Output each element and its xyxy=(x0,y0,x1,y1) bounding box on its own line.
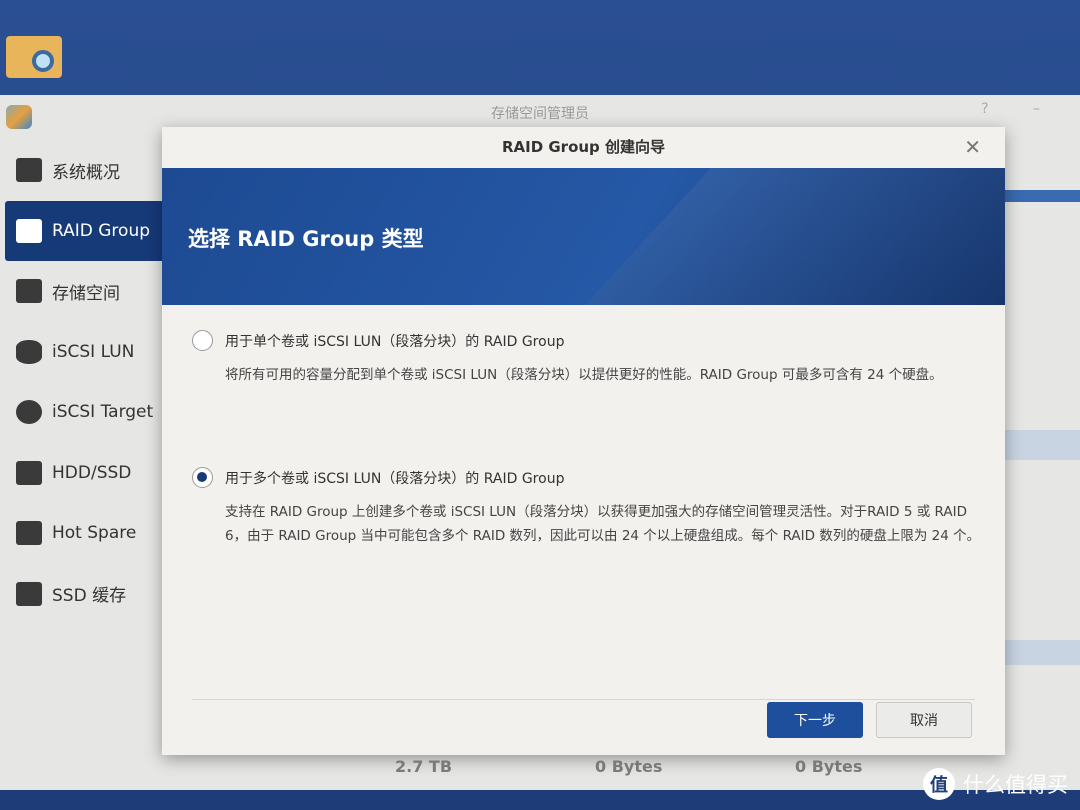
sidebar-item-hdd-ssd[interactable]: HDD/SSD xyxy=(0,443,165,504)
sidebar-item-label: Hot Spare xyxy=(52,523,137,544)
step-heading: 选择 RAID Group 类型 xyxy=(188,227,424,251)
wizard-banner: 选择 RAID Group 类型 xyxy=(162,168,1005,305)
plus-disk-icon xyxy=(16,521,42,546)
window-controls[interactable]: ? – xyxy=(981,101,1060,117)
bg-capacity: 2.7 TB xyxy=(395,757,453,776)
app-title: 存储空间管理员 xyxy=(491,106,589,122)
sidebar-item-ssd-cache[interactable]: SSD 缓存 xyxy=(0,564,165,625)
flash-disk-icon xyxy=(16,581,42,606)
option-description: 将所有可用的容量分配到单个卷或 iSCSI LUN（段落分块）以提供更好的性能。… xyxy=(225,367,943,383)
sidebar-item-label: iSCSI LUN xyxy=(52,341,135,362)
bg-panel-row xyxy=(1005,640,1080,665)
option-label[interactable]: 用于多个卷或 iSCSI LUN（段落分块）的 RAID Group xyxy=(225,468,564,488)
sidebar-item-iscsi-lun[interactable]: iSCSI LUN xyxy=(0,322,165,383)
sidebar-item-storage-pool[interactable]: 存储空间 xyxy=(0,261,165,322)
overview-icon xyxy=(16,158,42,183)
database-icon xyxy=(16,339,42,364)
bg-panel-header xyxy=(1005,190,1080,202)
radio-multiple-volumes[interactable] xyxy=(192,467,213,488)
watermark-text: 什么值得买 xyxy=(963,773,1068,797)
sidebar-item-iscsi-target[interactable]: iSCSI Target xyxy=(0,382,165,443)
raid-icon xyxy=(16,218,42,243)
option-description: 支持在 RAID Group 上创建多个卷或 iSCSI LUN（段落分块）以获… xyxy=(225,504,981,544)
sidebar-item-raid-group[interactable]: RAID Group xyxy=(5,200,165,261)
disk-icon xyxy=(16,460,42,485)
radio-single-volume[interactable] xyxy=(192,330,213,351)
bg-free: 0 Bytes xyxy=(795,757,863,776)
option-label[interactable]: 用于单个卷或 iSCSI LUN（段落分块）的 RAID Group xyxy=(225,331,564,351)
globe-icon xyxy=(16,400,42,425)
footer-divider xyxy=(192,699,975,700)
next-button[interactable]: 下一步 xyxy=(767,702,863,738)
folder-search-icon[interactable] xyxy=(6,36,62,78)
sidebar-item-hot-spare[interactable]: Hot Spare xyxy=(0,503,165,564)
raid-group-wizard-dialog: RAID Group 创建向导 ✕ 选择 RAID Group 类型 用于单个卷… xyxy=(162,127,1005,755)
close-icon[interactable]: ✕ xyxy=(964,135,981,159)
sidebar-item-label: RAID Group xyxy=(52,220,151,241)
sidebar-item-label: 存储空间 xyxy=(52,283,120,304)
dialog-title: RAID Group 创建向导 xyxy=(501,138,666,156)
cancel-button[interactable]: 取消 xyxy=(876,702,972,738)
sidebar: 系统概况 RAID Group 存储空间 iSCSI LUN iSCSI Tar… xyxy=(0,140,165,624)
sidebar-item-label: 系统概况 xyxy=(52,162,120,183)
watermark-logo: 值 xyxy=(923,768,955,800)
sidebar-item-overview[interactable]: 系统概况 xyxy=(0,140,165,201)
sidebar-item-label: SSD 缓存 xyxy=(52,586,127,607)
sidebar-item-label: HDD/SSD xyxy=(52,462,132,483)
bg-panel-row xyxy=(1005,430,1080,460)
cubes-icon xyxy=(16,279,42,304)
sidebar-item-label: iSCSI Target xyxy=(52,402,154,423)
watermark: 值 什么值得买 xyxy=(923,768,1068,800)
bg-used: 0 Bytes xyxy=(595,757,663,776)
